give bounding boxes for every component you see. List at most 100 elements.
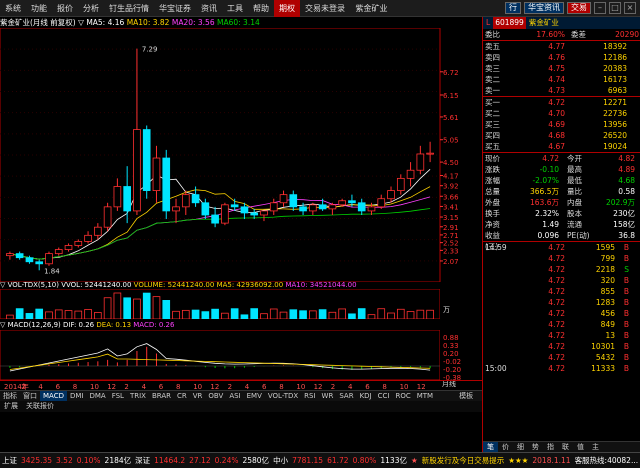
sell-price: 4.77 bbox=[548, 42, 565, 51]
empty-area bbox=[0, 412, 482, 452]
minimize-icon[interactable]: – bbox=[594, 2, 606, 14]
menu-item[interactable]: 华宝证券 bbox=[154, 0, 196, 17]
panel-tab[interactable]: 联 bbox=[558, 442, 573, 452]
indicator-tab[interactable]: WR bbox=[319, 391, 337, 402]
kline-chart[interactable]: 7.29 1.84 bbox=[0, 28, 482, 282]
candle-body bbox=[142, 129, 151, 191]
menu-item[interactable]: 资讯 bbox=[196, 0, 222, 17]
volume-bar bbox=[289, 309, 298, 319]
tick-time: 14:59 bbox=[485, 243, 507, 252]
sh-index-label[interactable]: 上证 bbox=[0, 453, 19, 468]
panel-tab[interactable]: 笔 bbox=[483, 442, 498, 452]
volume-chart[interactable] bbox=[0, 289, 440, 319]
sell-row[interactable]: 卖二 4.74 16173 bbox=[483, 74, 640, 85]
sell-row[interactable]: 卖一 4.73 6963 bbox=[483, 85, 640, 96]
volume-bar bbox=[328, 311, 337, 319]
expand-button[interactable]: 扩展 bbox=[0, 401, 22, 412]
panel-tab[interactable]: 主 bbox=[588, 442, 603, 452]
indicator-tab[interactable]: 窗口 bbox=[20, 391, 40, 402]
panel-tab[interactable]: 指 bbox=[543, 442, 558, 452]
info-button[interactable]: 华宝资讯 bbox=[524, 2, 564, 14]
buy-row[interactable]: 买三 4.69 13956 bbox=[483, 119, 640, 130]
quote-row: 收益(三) 0.096 PE(动) 36.8 bbox=[483, 230, 640, 251]
sell-row[interactable]: 卖三 4.75 20383 bbox=[483, 63, 640, 74]
quote-value: 163.6万 bbox=[530, 198, 559, 207]
volume-bar bbox=[221, 312, 229, 319]
menu-item[interactable]: 系统 bbox=[0, 0, 26, 17]
panel-tab[interactable]: 势 bbox=[528, 442, 543, 452]
stock-code: 601899 bbox=[493, 17, 526, 29]
close-icon[interactable]: × bbox=[624, 2, 636, 14]
macd-dropdown-icon[interactable]: ▽ bbox=[0, 321, 5, 329]
indicator-tab[interactable]: VR bbox=[190, 391, 206, 402]
menu-item[interactable]: 功能 bbox=[26, 0, 52, 17]
macd-axis-label: 0.88 bbox=[443, 334, 459, 342]
volume-bar bbox=[426, 309, 434, 319]
tick-time bbox=[483, 253, 513, 264]
volume-bar bbox=[54, 309, 63, 319]
related-quote-button[interactable]: 关联报价 bbox=[22, 401, 58, 412]
indicator-tab[interactable]: EMV bbox=[244, 391, 265, 402]
sell-row[interactable]: 卖五 4.77 18392 bbox=[483, 41, 640, 52]
buy-price: 4.69 bbox=[548, 120, 565, 129]
candle-body bbox=[133, 129, 141, 212]
indicator-tab[interactable]: MACD bbox=[40, 390, 67, 402]
indicator-tab[interactable]: ROC bbox=[392, 391, 413, 402]
buy-row[interactable]: 买二 4.70 22736 bbox=[483, 108, 640, 119]
menu-item[interactable]: 帮助 bbox=[248, 0, 274, 17]
panel-tab[interactable]: 值 bbox=[573, 442, 588, 452]
buy-row[interactable]: 买五 4.67 19024 bbox=[483, 141, 640, 152]
sh-index-change: 3.52 bbox=[56, 456, 73, 465]
indicator-tab[interactable]: 指标 bbox=[0, 391, 20, 402]
tick-list[interactable]: 14:59 4.72 1595 B 4.72 799 B 4.72 2218 S 4.72 320 B 4… bbox=[483, 242, 640, 374]
buy-row[interactable]: 买四 4.68 26520 bbox=[483, 130, 640, 141]
hotline: 客服热线:40082... bbox=[574, 456, 639, 465]
menu-item[interactable]: 工具 bbox=[222, 0, 248, 17]
date-axis-label: 10 bbox=[90, 383, 99, 390]
indicator-tab[interactable]: KDJ bbox=[357, 391, 375, 402]
indicator-tab[interactable]: SAR bbox=[336, 391, 356, 402]
indicator-tab[interactable]: CCI bbox=[375, 391, 393, 402]
indicator-tab[interactable]: CR bbox=[174, 391, 190, 402]
indicator-tab[interactable]: BRAR bbox=[149, 391, 174, 402]
template-button[interactable]: 模板 bbox=[456, 391, 476, 402]
tick-flag: B bbox=[623, 364, 629, 373]
maximize-icon[interactable]: □ bbox=[609, 2, 621, 14]
indicator-tab[interactable]: DMI bbox=[67, 391, 87, 402]
ticker-text[interactable]: 新股发行及今日交易提示 bbox=[420, 453, 507, 468]
panel-tab[interactable]: 细 bbox=[513, 442, 528, 452]
indicator-tab[interactable]: DMA bbox=[86, 391, 108, 402]
tick-price: 4.72 bbox=[548, 364, 565, 373]
trade-login-status[interactable]: 交易未登录 bbox=[305, 4, 345, 13]
menu-item[interactable]: 钉生品行情 bbox=[104, 0, 154, 17]
quote-key: 今开 bbox=[567, 154, 582, 163]
indicator-tab[interactable]: ASI bbox=[226, 391, 243, 402]
buy-row[interactable]: 买一 4.72 12271 bbox=[483, 97, 640, 108]
date-axis-label: 2 bbox=[124, 383, 128, 390]
menu-options-tab[interactable]: 期权 bbox=[274, 0, 300, 17]
indicator-tab[interactable]: MTM bbox=[414, 391, 436, 402]
panel-tab[interactable]: 价 bbox=[498, 442, 513, 452]
candle-body bbox=[113, 186, 122, 208]
indicator-tab[interactable]: OBV bbox=[205, 391, 226, 402]
ma5-label: MA5: 4.16 bbox=[86, 18, 125, 27]
quote-button[interactable]: 行 bbox=[505, 2, 521, 14]
volume-dropdown-icon[interactable]: ▽ bbox=[0, 281, 5, 289]
menu-item[interactable]: 分析 bbox=[78, 0, 104, 17]
trade-button[interactable]: 交易 bbox=[567, 2, 591, 14]
quote-key: 涨跌 bbox=[485, 165, 500, 174]
menu-item[interactable]: 报价 bbox=[52, 0, 78, 17]
menu-items: 系统 功能 报价 分析 钉生品行情 华宝证券 资讯 工具 帮助 bbox=[0, 0, 274, 17]
indicator-tab[interactable]: VOL-TDX bbox=[265, 391, 301, 402]
tick-price: 4.72 bbox=[548, 243, 565, 252]
zx-index-label[interactable]: 中小 bbox=[271, 453, 290, 468]
volume-bar bbox=[416, 309, 425, 319]
dropdown-icon[interactable]: ▽ bbox=[78, 18, 84, 27]
sell-row[interactable]: 卖四 4.76 12186 bbox=[483, 52, 640, 63]
tick-row: 4.72 10301 B bbox=[483, 341, 640, 352]
indicator-tab[interactable]: FSL bbox=[109, 391, 127, 402]
sz-index-label[interactable]: 深证 bbox=[133, 453, 152, 468]
indicator-tab[interactable]: RSI bbox=[301, 391, 318, 402]
macd-chart[interactable] bbox=[0, 330, 440, 380]
indicator-tab[interactable]: TRIX bbox=[127, 391, 149, 402]
